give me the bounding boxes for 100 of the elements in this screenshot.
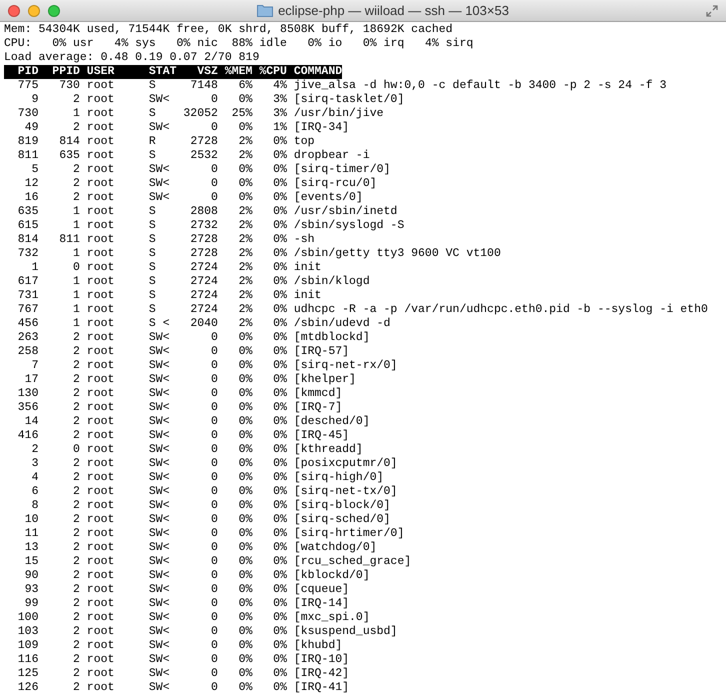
table-cell-text: R <box>148 135 157 149</box>
fullscreen-icon[interactable] <box>706 4 718 16</box>
table-cell-text: 0% <box>272 401 287 415</box>
table-cell-text: 2 <box>72 569 80 583</box>
table-cell-text: SW< <box>148 667 171 681</box>
table-cell-text: 2 <box>72 611 80 625</box>
table-cell-text: root <box>86 345 116 359</box>
table-cell-text: SW< <box>148 401 171 415</box>
table-cell-text: [sirq-block/0] <box>292 499 390 513</box>
table-cell-text: S <box>148 149 157 163</box>
status-line: Mem: 54304K used, 71544K free, 0K shrd, 8508K buff, 18692K cached <box>4 23 453 37</box>
table-cell-text: [cqueue] <box>292 583 350 597</box>
table-cell-text: root <box>86 191 116 205</box>
table-cell-text: 0% <box>272 205 287 219</box>
table-cell-text: 0% <box>238 541 252 555</box>
table-cell-text: 0 <box>210 485 218 499</box>
table-cell-text: 814 <box>58 135 80 149</box>
table-cell-text: 2728 <box>189 135 218 149</box>
table-cell-text: S <box>148 247 157 261</box>
table-cell-text: [posixcputmr/0] <box>292 457 398 471</box>
table-cell-text: 2728 <box>189 247 218 261</box>
table-cell-text: 0% <box>272 135 287 149</box>
table-cell-text: 126 <box>16 681 38 695</box>
table-cell-text: SW< <box>148 429 171 443</box>
table-cell-text: 100 <box>16 611 38 625</box>
table-cell-text: 0% <box>272 541 287 555</box>
table-cell-text: 12 <box>24 177 38 191</box>
table-cell-text: 0 <box>210 177 218 191</box>
table-cell-text: 0 <box>210 443 218 457</box>
table-cell-text: 2732 <box>189 219 218 233</box>
close-button[interactable] <box>8 4 20 16</box>
table-cell-text: root <box>86 163 116 177</box>
table-cell-text: 0% <box>238 93 252 107</box>
column-header: %CPU <box>258 65 287 79</box>
table-cell-text: 0% <box>272 261 287 275</box>
table-cell-text: S <box>148 107 157 121</box>
table-cell-text: SW< <box>148 345 171 359</box>
table-cell-text: 0% <box>238 625 252 639</box>
table-cell-text: SW< <box>148 93 171 107</box>
table-cell-text: SW< <box>148 415 171 429</box>
table-cell-text: top <box>292 135 315 149</box>
table-cell-text: 1 <box>72 275 80 289</box>
table-cell-text: [ksuspend_usbd] <box>292 625 398 639</box>
table-cell-text: 0 <box>210 93 218 107</box>
table-cell-text: 2 <box>72 177 80 191</box>
table-cell-text: root <box>86 611 116 625</box>
table-cell-text: [IRQ-10] <box>292 653 350 667</box>
table-cell-text: 0 <box>210 555 218 569</box>
table-cell-text: 9 <box>30 93 38 107</box>
table-cell-text: [khelper] <box>292 373 356 387</box>
table-cell-text: 2% <box>238 135 252 149</box>
table-cell-text: 2 <box>72 401 80 415</box>
zoom-button[interactable] <box>48 4 60 16</box>
table-cell-text: 0% <box>272 611 287 625</box>
table-cell-text: 6% <box>238 79 252 93</box>
table-cell-text: 263 <box>16 331 38 345</box>
table-cell-text: 0 <box>210 373 218 387</box>
table-cell-text: 1 <box>72 289 80 303</box>
table-cell-text: 2724 <box>189 303 218 317</box>
table-cell-text: 1% <box>272 121 287 135</box>
table-cell-text: 730 <box>16 107 38 121</box>
table-cell-text: 2 <box>72 653 80 667</box>
table-cell-text: root <box>86 499 116 513</box>
table-cell-text: 49 <box>24 121 38 135</box>
table-cell-text: 8 <box>30 499 38 513</box>
table-cell-text: 0 <box>210 527 218 541</box>
table-cell-text: root <box>86 317 116 331</box>
table-cell-text: 0% <box>272 639 287 653</box>
table-cell-text: 0% <box>238 401 252 415</box>
table-cell-text: [sirq-hrtimer/0] <box>292 527 404 541</box>
table-cell-text: 356 <box>16 401 38 415</box>
table-cell-text: 0% <box>272 317 287 331</box>
table-cell-text: init <box>292 289 322 303</box>
table-cell-text: 0% <box>238 359 252 373</box>
minimize-button[interactable] <box>28 4 40 16</box>
table-cell-text: 0% <box>272 387 287 401</box>
table-cell-text: 2 <box>72 527 80 541</box>
table-cell-text: root <box>86 387 116 401</box>
table-cell-text: 1 <box>72 107 80 121</box>
table-cell-text: 0 <box>210 121 218 135</box>
table-cell-text: 2% <box>238 275 252 289</box>
table-cell-text: 0 <box>210 415 218 429</box>
table-cell-text: SW< <box>148 121 171 135</box>
table-cell-text: root <box>86 373 116 387</box>
table-cell-text: root <box>86 247 116 261</box>
table-cell-text: 2 <box>72 359 80 373</box>
table-cell-text: SW< <box>148 177 171 191</box>
table-cell-text: /sbin/getty tty3 9600 VC vt100 <box>292 247 501 261</box>
table-cell-text: 0% <box>272 275 287 289</box>
table-cell-text: [sirq-net-rx/0] <box>292 359 398 373</box>
table-cell-text: 0% <box>238 639 252 653</box>
table-cell-text: S <box>148 275 157 289</box>
table-cell-text: 456 <box>16 317 38 331</box>
column-header: %MEM <box>224 65 252 79</box>
table-cell-text: root <box>86 107 116 121</box>
table-cell-text: 2 <box>72 639 80 653</box>
table-cell-text: 4% <box>272 79 287 93</box>
table-cell-text: 0% <box>238 457 252 471</box>
table-cell-text: 0% <box>238 513 252 527</box>
table-cell-text: 0% <box>272 177 287 191</box>
